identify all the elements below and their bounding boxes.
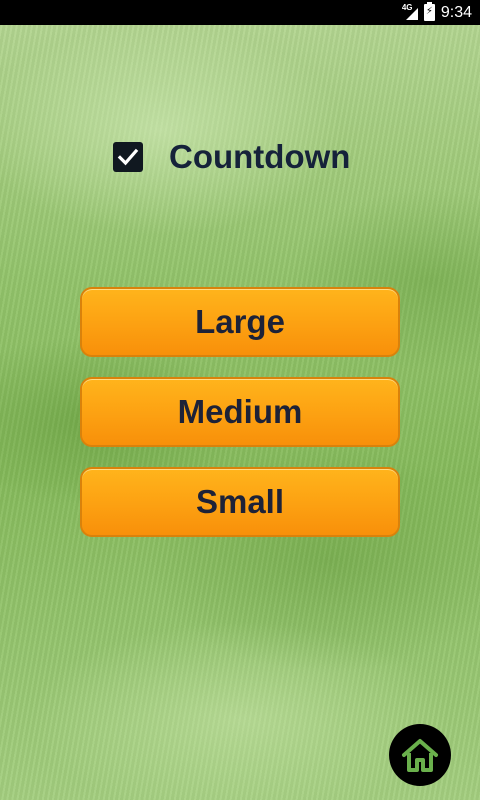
large-button[interactable]: Large bbox=[80, 287, 400, 357]
status-bar: 4G ⚡ 9:34 bbox=[0, 0, 480, 25]
cell-signal-icon: 4G bbox=[402, 3, 418, 21]
medium-button[interactable]: Medium bbox=[80, 377, 400, 447]
countdown-toggle[interactable]: Countdown bbox=[113, 138, 350, 176]
battery-charging-icon: ⚡ bbox=[423, 2, 435, 21]
status-time: 9:34 bbox=[440, 3, 472, 21]
countdown-checkbox[interactable] bbox=[113, 142, 143, 172]
small-button[interactable]: Small bbox=[80, 467, 400, 537]
screen: 4G ⚡ 9:34 Countdown Large Medium Small bbox=[0, 0, 480, 800]
checkmark-icon bbox=[117, 148, 139, 166]
countdown-label: Countdown bbox=[169, 138, 351, 175]
home-button[interactable] bbox=[389, 724, 451, 786]
home-icon bbox=[402, 739, 438, 772]
